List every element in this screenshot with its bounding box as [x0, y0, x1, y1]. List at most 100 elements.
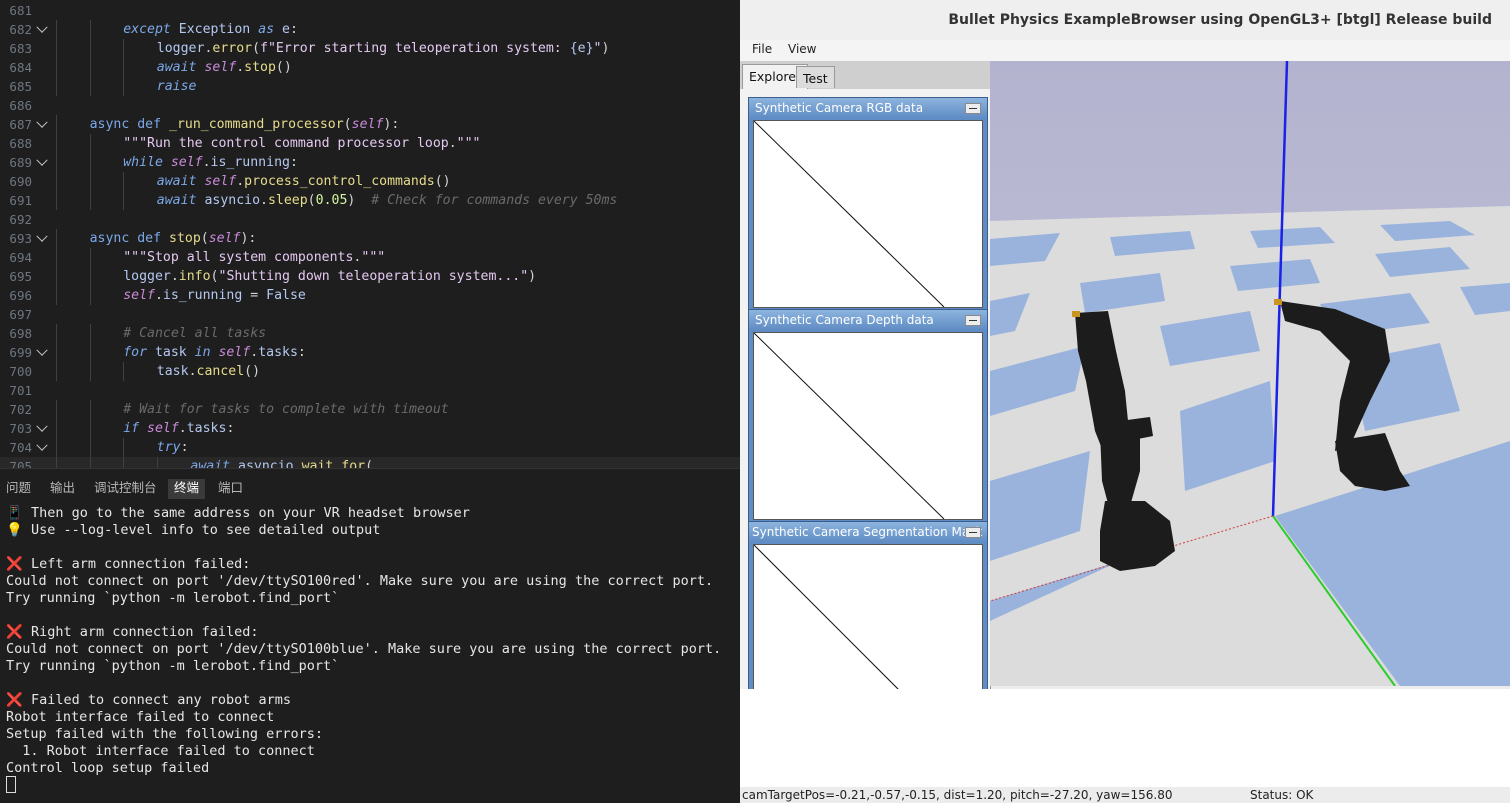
indent-guide	[56, 191, 57, 210]
terminal-text: Right arm connection failed:	[22, 624, 259, 640]
code-token: .	[250, 345, 259, 360]
camera-depth-panel[interactable]: Synthetic Camera Depth data	[748, 309, 988, 523]
code-token: .	[236, 174, 245, 189]
indent-guide	[89, 457, 91, 468]
terminal-line: ❌ Failed to connect any robot arms	[6, 692, 291, 709]
code-token: stop	[169, 231, 201, 246]
code-token: except	[123, 22, 179, 37]
chevron-down-icon[interactable]	[36, 154, 48, 166]
code-token: def	[137, 117, 169, 132]
terminal[interactable]: 📱 Then go to the same address on your VR…	[0, 504, 740, 803]
end-effector-marker	[1274, 299, 1282, 305]
code-line[interactable]: 688 """Run the control command processor …	[0, 134, 740, 153]
code-line[interactable]: 687 async def _run_command_processor(self…	[0, 115, 740, 134]
code-token: {e}	[569, 41, 594, 56]
indent-guide	[123, 362, 125, 381]
line-number: 688	[9, 136, 32, 151]
line-number: 687	[9, 117, 32, 132]
code-line[interactable]: 696 self.is_running = False	[0, 286, 740, 305]
code-line[interactable]: 686	[0, 96, 740, 115]
code-token: =	[250, 288, 267, 303]
code-editor[interactable]: 681 682 except Exception as e: 683 logger.er…	[0, 0, 740, 468]
code-token: _run_command_processor	[169, 117, 344, 132]
code-token: await	[156, 174, 205, 189]
chevron-down-icon[interactable]	[36, 420, 48, 432]
code-line[interactable]: 704 try:	[0, 438, 740, 457]
code-token: self	[147, 421, 179, 436]
code-line[interactable]: 685 raise	[0, 77, 740, 96]
terminal-text: Failed to connect any robot arms	[22, 692, 292, 708]
minimize-icon[interactable]	[965, 527, 981, 538]
indent-guide	[56, 267, 57, 286]
code-token: """Stop all system components."""	[123, 250, 386, 265]
terminal-line: Robot interface failed to connect	[6, 709, 274, 726]
line-number: 704	[9, 440, 32, 455]
indent-guide	[123, 172, 125, 191]
menu-file[interactable]: File	[752, 42, 772, 56]
code-line[interactable]: 682 except Exception as e:	[0, 20, 740, 39]
lightbulb-icon: 💡	[6, 522, 23, 538]
code-line[interactable]: 683 logger.error(f"Error starting teleope…	[0, 39, 740, 58]
terminal-text: Could not connect on port '/dev/ttySO100…	[6, 573, 714, 589]
code-line[interactable]: 684 await self.stop()	[0, 58, 740, 77]
code-token: """Run the control command processor loo…	[123, 136, 481, 151]
code-text: await self.stop()	[157, 58, 292, 77]
terminal-text: Then go to the same address on your VR h…	[22, 505, 470, 521]
code-text: logger.error(f"Error starting teleoperat…	[157, 39, 610, 58]
terminal-text: Try running `python -m lerobot.find_port…	[6, 658, 340, 674]
line-number: 701	[9, 383, 32, 398]
menu-view[interactable]: View	[788, 42, 816, 56]
3d-viewport[interactable]	[990, 61, 1510, 686]
code-token: await	[190, 459, 239, 468]
code-line[interactable]: 692	[0, 210, 740, 229]
line-number: 695	[9, 269, 32, 284]
code-line[interactable]: 699 for task in self.tasks:	[0, 343, 740, 362]
minimize-icon[interactable]	[965, 103, 981, 114]
code-line[interactable]: 705 await asyncio.wait_for(	[0, 457, 740, 468]
code-line[interactable]: 689 while self.is_running:	[0, 153, 740, 172]
camera-panel-header[interactable]: Synthetic Camera RGB data	[749, 98, 987, 118]
code-token: error	[212, 41, 253, 56]
chevron-down-icon[interactable]	[36, 116, 48, 128]
code-token: is_running	[210, 155, 290, 170]
code-line[interactable]: 697	[0, 305, 740, 324]
indent-guide	[56, 248, 57, 267]
code-line[interactable]: 698 # Cancel all tasks	[0, 324, 740, 343]
tab-problems[interactable]: 问题	[0, 479, 37, 499]
code-line[interactable]: 702 # Wait for tasks to complete with tim…	[0, 400, 740, 419]
chevron-down-icon[interactable]	[36, 439, 48, 451]
chevron-down-icon[interactable]	[36, 230, 48, 242]
code-line[interactable]: 694 """Stop all system components."""	[0, 248, 740, 267]
bottom-panel	[740, 689, 1510, 787]
tab-debug-console[interactable]: 调试控制台	[88, 479, 163, 499]
code-line[interactable]: 701	[0, 381, 740, 400]
tab-ports[interactable]: 端口	[212, 479, 249, 499]
minimize-icon[interactable]	[965, 315, 981, 326]
menu-bar: File View	[740, 40, 1510, 61]
indent-guide	[89, 20, 91, 39]
tab-terminal[interactable]: 终端	[168, 479, 206, 499]
chevron-down-icon[interactable]	[36, 344, 48, 356]
code-line[interactable]: 695 logger.info("Shutting down teleoperat…	[0, 267, 740, 286]
camera-panel-header[interactable]: Synthetic Camera Segmentation Mask	[749, 522, 987, 542]
chevron-down-icon[interactable]	[36, 21, 48, 33]
code-line[interactable]: 700 task.cancel()	[0, 362, 740, 381]
camera-rgb-panel[interactable]: Synthetic Camera RGB data	[748, 97, 988, 311]
code-line[interactable]: 681	[0, 1, 740, 20]
indent-guide	[89, 77, 91, 96]
window-titlebar[interactable]: Bullet Physics ExampleBrowser using Open…	[740, 0, 1510, 41]
panel-tab-bar: 问题 输出 调试控制台 终端 端口	[0, 468, 740, 507]
camera-panel-header[interactable]: Synthetic Camera Depth data	[749, 310, 987, 330]
line-number: 705	[9, 459, 32, 468]
code-token: self	[204, 60, 237, 75]
tab-test[interactable]: Test	[796, 66, 835, 88]
camera-panel-title: Synthetic Camera Depth data	[755, 313, 934, 327]
code-line[interactable]: 691 await asyncio.sleep(0.05) # Check for…	[0, 191, 740, 210]
code-line[interactable]: 703 if self.tasks:	[0, 419, 740, 438]
indent-guide	[123, 58, 125, 77]
code-line[interactable]: 690 await self.process_control_commands()	[0, 172, 740, 191]
tab-output[interactable]: 输出	[44, 479, 81, 499]
code-text: self.is_running = False	[123, 286, 306, 305]
code-token: )	[601, 41, 610, 56]
code-line[interactable]: 693 async def stop(self):	[0, 229, 740, 248]
